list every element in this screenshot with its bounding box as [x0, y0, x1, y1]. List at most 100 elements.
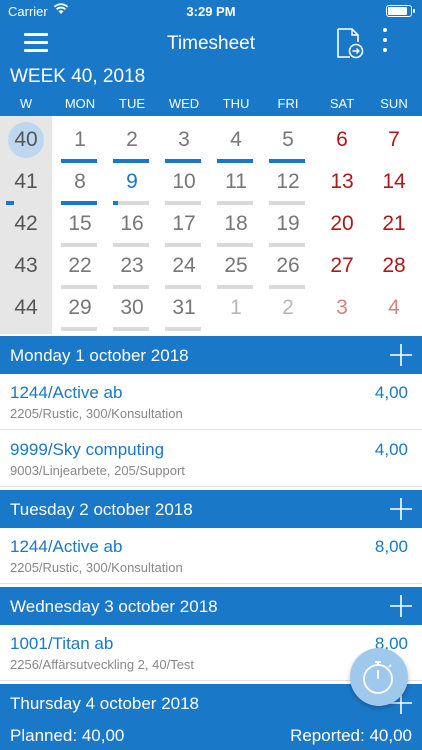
- calendar-day[interactable]: 22: [54, 254, 106, 278]
- week-header: WEEK 40, 2018 W MON TUE WED THU FRI SAT SUN: [0, 66, 422, 116]
- calendar-day[interactable]: 10: [158, 170, 210, 194]
- day-label: Monday 1 october 2018: [10, 346, 189, 365]
- entry-hours: 4,00: [374, 383, 408, 402]
- day-label: Wednesday 3 october 2018: [10, 597, 218, 616]
- calendar-day[interactable]: 14: [368, 170, 420, 194]
- timer-button[interactable]: [350, 648, 408, 706]
- weekday-header: THU: [222, 96, 250, 111]
- timesheet-entry[interactable]: 9999/Sky computing 4,00 9003/Linjearbete, …: [0, 431, 422, 487]
- day-progress-bar: [165, 201, 201, 205]
- calendar-day[interactable]: 3: [316, 296, 368, 320]
- entry-details: 2256/Affärsutveckling 2, 40/Test: [10, 657, 195, 672]
- calendar-day[interactable]: 30: [106, 296, 158, 320]
- day-progress-fill: [113, 159, 149, 163]
- day-section-header: Tuesday 2 october 2018: [0, 490, 422, 528]
- entry-hours: 8,00: [374, 537, 408, 556]
- month-calendar: 40 1 2 3 4 5 6 7 41 8 9 10 11 12 13 14 42 15 16 17 18 19 20 21 4…: [0, 116, 422, 334]
- add-entry-icon[interactable]: [389, 594, 413, 618]
- calendar-day[interactable]: 27: [316, 254, 368, 278]
- calendar-day[interactable]: 24: [158, 254, 210, 278]
- calendar-day[interactable]: 19: [262, 212, 314, 236]
- weekday-header: SAT: [329, 96, 355, 111]
- weekday-header: W: [19, 96, 33, 111]
- day-progress-bar: [269, 243, 305, 247]
- calendar-day[interactable]: 25: [210, 254, 262, 278]
- add-entry-icon[interactable]: [389, 497, 413, 521]
- week-number[interactable]: 43: [0, 254, 52, 278]
- day-progress-bar: [217, 243, 253, 247]
- day-section-header: Monday 1 october 2018: [0, 336, 422, 374]
- calendar-day[interactable]: 13: [316, 170, 368, 194]
- calendar-day[interactable]: 1: [210, 296, 262, 320]
- entry-details: 2205/Rustic, 300/Konsultation: [10, 406, 183, 421]
- week-label: WEEK 40, 2018: [10, 66, 146, 87]
- timesheet-entry[interactable]: 1244/Active ab 4,00 2205/Rustic, 300/Konsu…: [0, 374, 422, 430]
- day-progress-bar: [217, 159, 253, 163]
- weekday-headers: W MON TUE WED THU FRI SAT SUN: [0, 96, 422, 116]
- day-progress-bar: [61, 243, 97, 247]
- day-progress-fill: [61, 201, 97, 205]
- week-number[interactable]: 40: [0, 128, 52, 152]
- day-progress-bar: [61, 327, 97, 331]
- calendar-day[interactable]: 17: [158, 212, 210, 236]
- weekday-header: SUN: [380, 96, 408, 111]
- weekday-header: WED: [168, 96, 200, 111]
- entry-customer: 1244/Active ab: [10, 383, 123, 402]
- planned-total: Planned: 40,00: [10, 726, 125, 745]
- calendar-day[interactable]: 2: [106, 128, 158, 152]
- clock: 3:29 PM: [186, 4, 236, 19]
- calendar-day[interactable]: 8: [54, 170, 106, 194]
- add-entry-icon[interactable]: [389, 343, 413, 367]
- entry-customer: 9999/Sky computing: [10, 440, 165, 459]
- calendar-day[interactable]: 23: [106, 254, 158, 278]
- calendar-day[interactable]: 9: [106, 170, 158, 194]
- calendar-day[interactable]: 6: [316, 128, 368, 152]
- calendar-day[interactable]: 15: [54, 212, 106, 236]
- day-progress-fill: [113, 201, 119, 205]
- calendar-day[interactable]: 4: [368, 296, 420, 320]
- week-progress-bar: [6, 201, 46, 205]
- calendar-day[interactable]: 21: [368, 212, 420, 236]
- calendar-day[interactable]: 2: [262, 296, 314, 320]
- calendar-day[interactable]: 12: [262, 170, 314, 194]
- status-bar: Carrier 3:29 PM: [0, 0, 422, 22]
- calendar-day[interactable]: 16: [106, 212, 158, 236]
- weekday-header: FRI: [277, 96, 299, 111]
- calendar-day[interactable]: 20: [316, 212, 368, 236]
- calendar-day[interactable]: 3: [158, 128, 210, 152]
- day-progress-bar: [217, 201, 253, 205]
- entry-hours: 4,00: [374, 440, 408, 459]
- week-progress-fill: [6, 201, 14, 205]
- day-progress-bar: [165, 159, 201, 163]
- day-progress-bar: [113, 243, 149, 247]
- reported-total: Reported: 40,00: [290, 726, 412, 745]
- timesheet-entry[interactable]: 1244/Active ab 8,00 2205/Rustic, 300/Konsu…: [0, 528, 422, 584]
- calendar-day[interactable]: 28: [368, 254, 420, 278]
- day-progress-bar: [217, 285, 253, 289]
- day-section-header: Wednesday 3 october 2018: [0, 587, 422, 625]
- calendar-day[interactable]: 11: [210, 170, 262, 194]
- export-document-icon[interactable]: [336, 28, 364, 60]
- calendar-day[interactable]: 5: [262, 128, 314, 152]
- day-progress-bar: [113, 159, 149, 163]
- calendar-day[interactable]: 7: [368, 128, 420, 152]
- week-number[interactable]: 42: [0, 212, 52, 236]
- week-number[interactable]: 41: [0, 170, 52, 194]
- calendar-day[interactable]: 4: [210, 128, 262, 152]
- more-vertical-icon[interactable]: [380, 28, 390, 58]
- day-progress-fill: [217, 159, 253, 163]
- stopwatch-icon: [363, 661, 393, 694]
- day-progress-bar: [61, 285, 97, 289]
- day-progress-bar: [165, 327, 201, 331]
- day-progress-fill: [269, 159, 305, 163]
- calendar-day[interactable]: 1: [54, 128, 106, 152]
- calendar-day[interactable]: 29: [54, 296, 106, 320]
- day-progress-bar: [269, 159, 305, 163]
- calendar-day[interactable]: 18: [210, 212, 262, 236]
- day-progress-bar: [269, 201, 305, 205]
- week-number[interactable]: 44: [0, 296, 52, 320]
- calendar-day[interactable]: 31: [158, 296, 210, 320]
- day-progress-bar: [165, 243, 201, 247]
- entry-customer: 1001/Titan ab: [10, 634, 114, 653]
- calendar-day[interactable]: 26: [262, 254, 314, 278]
